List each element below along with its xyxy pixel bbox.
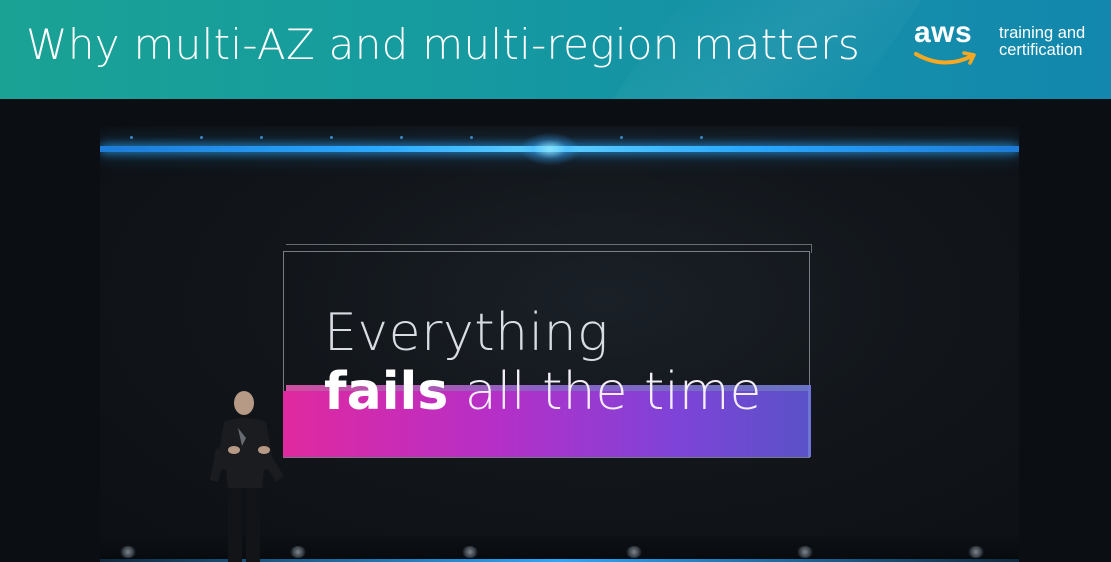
aws-smile-logo-icon — [914, 51, 976, 65]
aws-logo-text: aws — [914, 16, 973, 49]
slide-headline-bold-word: fails — [324, 362, 449, 422]
tagline-line-2: certification — [999, 41, 1083, 59]
slide-headline-rest: all the time — [448, 362, 762, 422]
tagline: training and certification — [999, 25, 1085, 59]
slide-headline-line-1: Everything — [324, 303, 609, 363]
led-glow — [520, 132, 580, 166]
header-banner: Why multi-AZ and multi-region matters aw… — [0, 0, 1111, 99]
bar-side-face — [808, 385, 811, 457]
page-title: Why multi-AZ and multi-region matters — [26, 20, 861, 69]
tagline-line-1: training and — [999, 24, 1086, 42]
stage-video-frame: Everything fails all the time — [100, 126, 1019, 562]
slide-headline-line-2: fails all the time — [324, 362, 761, 422]
aws-logo: aws — [914, 16, 984, 70]
speaker-figure — [210, 391, 284, 562]
